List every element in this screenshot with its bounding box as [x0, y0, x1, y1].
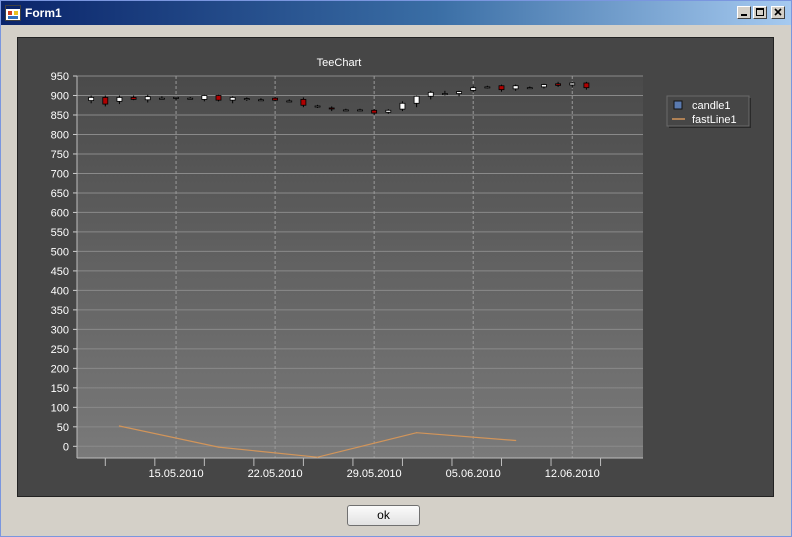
fastline-point — [416, 432, 418, 434]
tee-chart[interactable]: 0 50 100 150 200 250 300 350 400 450 500 550 600 650 7… — [17, 37, 774, 497]
candle-body — [173, 97, 179, 99]
candle-body — [441, 93, 448, 95]
y-tick-label: 450 — [51, 266, 69, 278]
minimize-icon — [741, 14, 747, 16]
x-tick-label: 22.05.2010 — [248, 468, 303, 480]
window-title: Form1 — [25, 6, 62, 20]
candle-body — [555, 83, 561, 86]
y-tick-label: 150 — [51, 383, 69, 395]
x-tick-label: 05.06.2010 — [446, 468, 501, 480]
y-tick-label: 200 — [51, 363, 69, 375]
candle-body — [130, 97, 137, 100]
title-bar[interactable]: Form1 — [1, 1, 791, 25]
candle-body — [399, 102, 406, 110]
application-window: Form1 0 50 100 150 200 250 300 350 400 450 500 550 6… — [0, 0, 792, 537]
candle-body — [272, 97, 279, 101]
y-tick-label: 100 — [51, 402, 69, 414]
fastline-point — [118, 425, 121, 427]
x-tick-label: 15.05.2010 — [149, 468, 204, 480]
candle-body — [102, 97, 109, 105]
candle-body — [357, 109, 363, 112]
candle-body — [526, 87, 533, 90]
close-icon — [774, 8, 782, 16]
y-tick-label: 650 — [51, 188, 69, 200]
y-tick-label: 0 — [63, 441, 69, 453]
candle-body — [512, 85, 519, 90]
legend-entry-candle1: candle1 — [692, 100, 731, 112]
candle-body — [158, 97, 165, 100]
candle-body — [342, 109, 349, 112]
x-tick-label: 29.05.2010 — [347, 468, 402, 480]
chart-canvas: 0 50 100 150 200 250 300 350 400 450 500 550 600 650 7… — [51, 57, 751, 480]
y-tick-label: 400 — [51, 285, 69, 297]
x-tick-label: 12.06.2010 — [545, 468, 600, 480]
candle-body — [427, 91, 434, 97]
candle-body — [456, 91, 462, 94]
y-tick-label: 550 — [51, 227, 69, 239]
candle-body — [541, 84, 547, 88]
candle-body — [215, 95, 222, 101]
candle-body — [258, 99, 264, 102]
maximize-button[interactable] — [753, 6, 767, 19]
candle-body — [413, 95, 420, 104]
candle-body — [583, 82, 590, 89]
maximize-icon — [756, 8, 764, 16]
candle-body — [187, 97, 194, 100]
fastline-point — [515, 439, 517, 442]
ok-button[interactable]: ok — [347, 505, 420, 526]
y-tick-label: 500 — [51, 246, 69, 258]
form-app-icon[interactable] — [5, 5, 21, 21]
y-tick-label: 350 — [51, 305, 69, 317]
candle-body — [314, 105, 321, 108]
fastline-point — [316, 456, 319, 458]
y-tick-label: 950 — [51, 71, 69, 83]
chart-legend[interactable]: candle1 fastLine1 — [666, 95, 751, 128]
candle-body — [385, 109, 392, 113]
candle-body — [243, 98, 250, 101]
candle-body — [484, 86, 491, 89]
y-tick-label: 300 — [51, 324, 69, 336]
candle-body — [470, 87, 477, 91]
candle-body — [569, 82, 576, 86]
y-tick-label: 250 — [51, 344, 69, 356]
chart-title: TeeChart — [317, 57, 362, 69]
fastline-point — [217, 446, 220, 448]
candle-body — [88, 97, 95, 101]
candle-body — [116, 97, 123, 102]
y-tick-label: 750 — [51, 149, 69, 161]
plot-area — [77, 76, 643, 458]
y-tick-label: 600 — [51, 207, 69, 219]
y-tick-label: 800 — [51, 129, 69, 141]
y-tick-label: 900 — [51, 90, 69, 102]
candle-body — [229, 97, 236, 101]
legend-entry-fastline1: fastLine1 — [692, 114, 737, 126]
y-tick-label: 50 — [57, 422, 69, 434]
y-tick-label: 700 — [51, 168, 69, 180]
candle-body — [286, 100, 293, 103]
close-button[interactable] — [771, 6, 785, 19]
candle-body — [300, 98, 307, 106]
y-tick-label: 850 — [51, 110, 69, 122]
legend-candle-swatch — [673, 100, 683, 110]
candle-body — [498, 85, 505, 91]
candle-body — [371, 109, 378, 114]
candle-body — [201, 95, 208, 100]
candle-body — [328, 107, 335, 110]
candle-body — [144, 96, 151, 101]
minimize-button[interactable] — [737, 6, 751, 19]
